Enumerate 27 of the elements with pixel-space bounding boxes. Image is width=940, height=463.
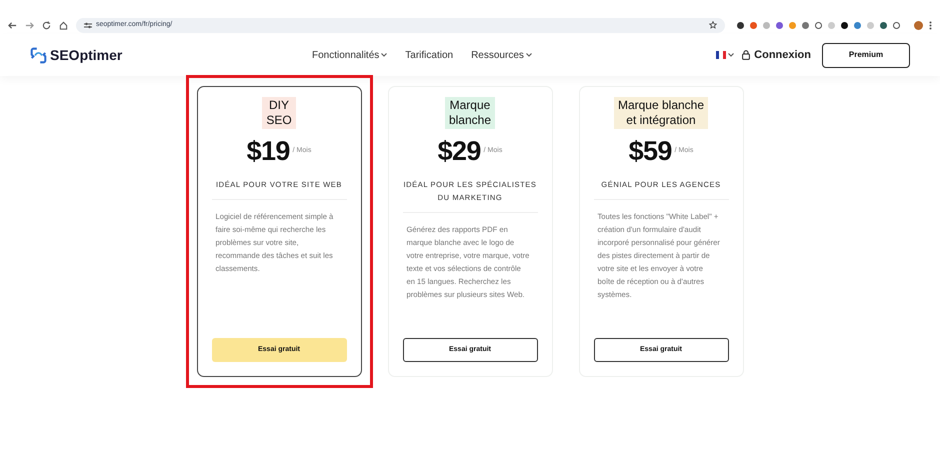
premium-button[interactable]: Premium bbox=[822, 42, 910, 68]
price: $59 bbox=[628, 135, 672, 168]
home-icon[interactable] bbox=[59, 20, 68, 30]
login-link[interactable]: Connexion bbox=[754, 46, 811, 64]
flag-icon[interactable] bbox=[716, 51, 726, 59]
price: $29 bbox=[438, 135, 481, 168]
nav-link[interactable]: Fonctionnalités bbox=[312, 48, 388, 62]
nav-link[interactable]: Ressources bbox=[471, 48, 532, 62]
forward-icon[interactable] bbox=[25, 20, 34, 30]
lock-icon bbox=[742, 50, 750, 60]
extensions-icon[interactable] bbox=[893, 22, 900, 28]
caret-icon[interactable] bbox=[381, 53, 388, 57]
back-icon[interactable] bbox=[8, 20, 17, 30]
nav-link[interactable]: Tarification bbox=[405, 48, 454, 62]
caret-icon[interactable] bbox=[526, 53, 532, 57]
profile-avatar[interactable] bbox=[914, 20, 923, 30]
plan-name: Marque blanche bbox=[444, 97, 496, 129]
menu-icon[interactable] bbox=[929, 20, 932, 30]
site-settings-icon[interactable] bbox=[84, 22, 92, 28]
star-icon[interactable] bbox=[709, 21, 717, 29]
caret-icon[interactable] bbox=[728, 53, 734, 57]
reload-icon[interactable] bbox=[42, 20, 51, 30]
logo-icon[interactable] bbox=[30, 46, 47, 64]
logo-text[interactable]: SEOptimer bbox=[50, 44, 122, 66]
plan-name: Marque blanche et intégration bbox=[614, 97, 708, 129]
plan-name: DIY SEO bbox=[262, 97, 296, 129]
price: $19 bbox=[246, 135, 290, 168]
